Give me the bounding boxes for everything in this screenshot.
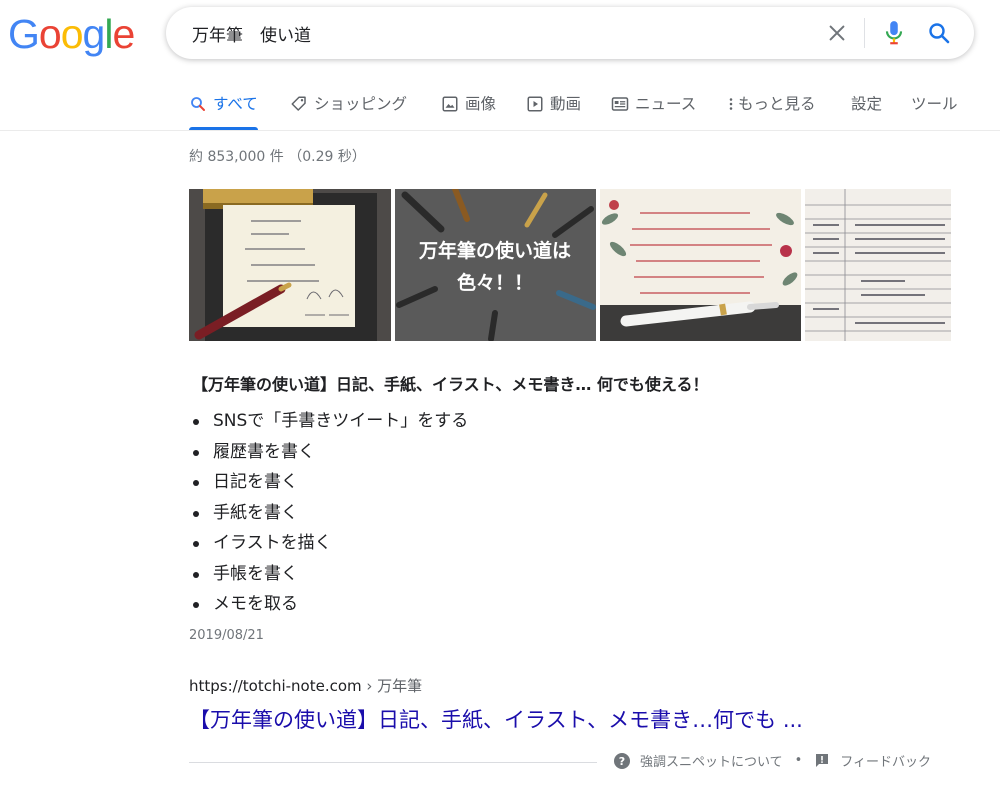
feedback-label: フィードバック [840, 755, 932, 770]
logo-letter: g [82, 11, 106, 57]
tab-label: ショッピング [314, 95, 408, 113]
list-item: メモを取る [190, 589, 468, 620]
result-title-link[interactable]: 【万年筆の使い道】日記、手紙、イラスト、メモ書き…何でも ... [189, 704, 803, 734]
list-item: 履歴書を書く [190, 437, 468, 468]
list-item: 手紙を書く [190, 498, 468, 529]
feedback-icon [816, 753, 829, 767]
snippet-list: SNSで「手書きツイート」をする 履歴書を書く 日記を書く 手紙を書く イラスト… [190, 406, 468, 620]
snippet-footer: ? 強調スニペットについて • フィードバック [614, 751, 931, 770]
more-vert-icon [729, 98, 733, 110]
list-item: イラストを描く [190, 528, 468, 559]
tab-label: すべて [213, 95, 258, 113]
snippet-divider [189, 762, 597, 763]
list-item: 日記を書く [190, 467, 468, 498]
tab-label: 動画 [550, 95, 582, 113]
about-snippets-link[interactable]: ? 強調スニペットについて [614, 751, 783, 770]
about-snippets-label: 強調スニペットについて [640, 755, 783, 770]
snippet-image-strip: 万年筆の使い道は 色々！！ [189, 189, 951, 341]
close-icon[interactable] [826, 22, 848, 44]
snippet-image-resume[interactable] [805, 189, 951, 341]
snippet-image-letter[interactable] [600, 189, 801, 341]
tab-label: 画像 [465, 95, 497, 113]
image-icon [442, 96, 458, 112]
tab-more[interactable]: もっと見る [728, 88, 816, 130]
tab-all[interactable]: すべて [189, 88, 258, 130]
news-icon [611, 97, 629, 111]
tab-settings[interactable]: 設定 [851, 88, 882, 130]
snippet-date: 2019/08/21 [189, 628, 264, 643]
feedback-link[interactable]: フィードバック [814, 751, 931, 770]
snippet-image-memo[interactable] [189, 189, 391, 341]
logo-letter: o [38, 11, 62, 57]
logo-letter: G [8, 11, 40, 57]
snippet-heading: 【万年筆の使い道】日記、手紙、イラスト、メモ書き… 何でも使える！ [192, 375, 709, 394]
tab-videos[interactable]: 動画 [526, 88, 581, 130]
thumb-caption: 色々！！ [457, 271, 533, 294]
footer-separator: • [794, 753, 803, 768]
result-breadcrumb: › 万年筆 [361, 677, 423, 695]
tag-icon [291, 96, 306, 111]
tab-label: ツール [911, 95, 958, 113]
result-url: https://totchi-note.com [189, 677, 362, 695]
video-icon [527, 96, 543, 112]
list-item: 手帳を書く [190, 559, 468, 590]
search-icon[interactable] [927, 21, 951, 45]
search-box[interactable] [166, 7, 974, 59]
microphone-icon[interactable] [881, 19, 907, 47]
logo-letter: o [60, 11, 84, 57]
thumb-caption: 万年筆の使い道は [418, 239, 571, 262]
tab-news[interactable]: ニュース [611, 88, 696, 130]
google-logo[interactable]: Google [8, 10, 135, 58]
snippet-image-title-card[interactable]: 万年筆の使い道は 色々！！ [395, 189, 596, 341]
search-icon [191, 97, 205, 111]
list-item: SNSで「手書きツイート」をする [190, 406, 468, 437]
search-input[interactable] [192, 21, 792, 45]
tab-tools[interactable]: ツール [911, 88, 958, 130]
svg-text:?: ? [619, 755, 625, 768]
search-divider [864, 18, 865, 48]
logo-letter: e [112, 11, 135, 57]
tab-shopping[interactable]: ショッピング [290, 88, 407, 130]
tab-label: もっと見る [738, 95, 816, 113]
result-cite: https://totchi-note.com › 万年筆 [189, 675, 422, 696]
tab-label: 設定 [851, 95, 883, 113]
tab-label: ニュース [635, 95, 697, 113]
tab-images[interactable]: 画像 [441, 88, 496, 130]
result-stats: 約 853,000 件 （0.29 秒） [189, 149, 366, 165]
help-icon: ? [614, 752, 630, 769]
tabs-divider [0, 130, 1000, 131]
